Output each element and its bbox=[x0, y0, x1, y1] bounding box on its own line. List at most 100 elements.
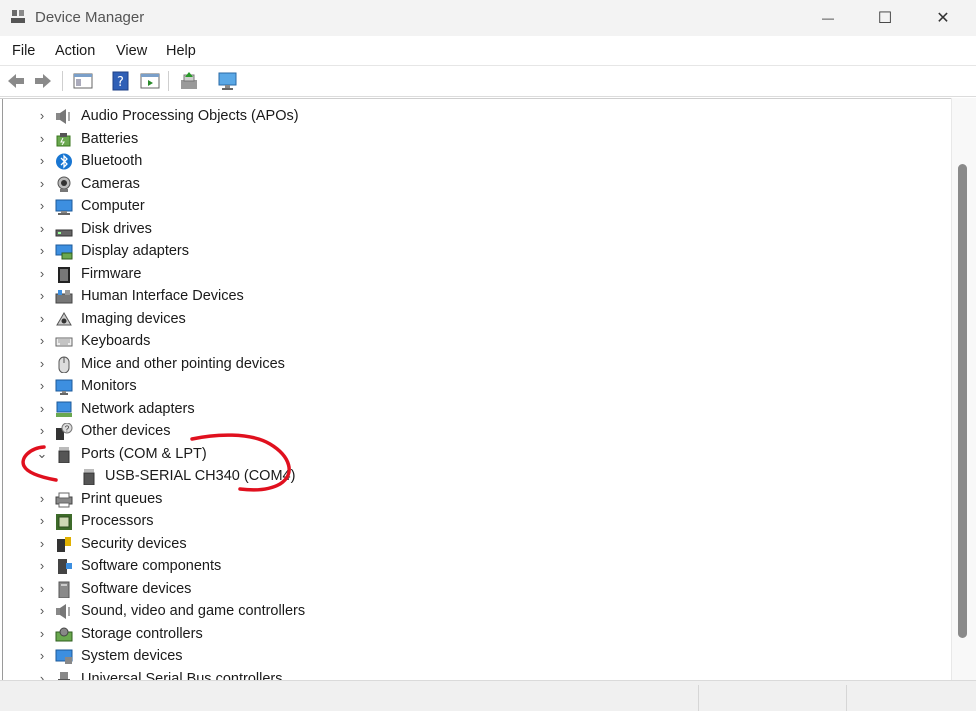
tree-item-category[interactable]: › Computer bbox=[3, 195, 903, 217]
maximize-icon: ☐ bbox=[877, 10, 893, 27]
tree-item-category[interactable]: › Network adapters bbox=[3, 398, 903, 420]
tree-item-category[interactable]: › Display adapters bbox=[3, 240, 903, 262]
tree-item-label: Other devices bbox=[81, 423, 171, 439]
chevron-right-icon[interactable]: › bbox=[36, 623, 48, 645]
close-icon: ✕ bbox=[936, 10, 950, 27]
tree-item-category[interactable]: › Software components bbox=[3, 555, 903, 577]
chevron-right-icon[interactable]: › bbox=[36, 105, 48, 127]
speaker-icon bbox=[56, 109, 70, 124]
title-bar: Device Manager — ☐ ✕ bbox=[0, 0, 976, 36]
tree-item-category[interactable]: › Cameras bbox=[3, 173, 903, 195]
minimize-button[interactable]: — bbox=[800, 0, 856, 36]
status-divider bbox=[846, 685, 847, 711]
chevron-right-icon[interactable]: › bbox=[36, 398, 48, 420]
security-device-icon bbox=[57, 536, 71, 552]
tree-item-label: Cameras bbox=[81, 175, 140, 192]
help-icon[interactable]: ? bbox=[110, 71, 132, 91]
imaging-icon bbox=[56, 311, 72, 325]
chevron-right-icon[interactable]: › bbox=[36, 308, 48, 330]
tree-item-category[interactable]: › Software devices bbox=[3, 578, 903, 600]
tree-item-category[interactable]: › Audio Processing Objects (APOs) bbox=[3, 105, 903, 127]
tree-item-category[interactable]: › Disk drives bbox=[3, 218, 903, 240]
forward-icon[interactable] bbox=[32, 71, 54, 91]
tree-item-category[interactable]: › Universal Serial Bus controllers bbox=[3, 668, 903, 682]
chevron-right-icon[interactable]: › bbox=[36, 128, 48, 150]
menu-action[interactable]: Action bbox=[55, 43, 95, 59]
chevron-right-icon[interactable]: › bbox=[36, 555, 48, 577]
chevron-right-icon[interactable]: › bbox=[36, 533, 48, 555]
properties-icon[interactable] bbox=[139, 71, 161, 91]
tree-item-category[interactable]: › Bluetooth bbox=[3, 150, 903, 172]
tree-item-label: System devices bbox=[81, 648, 183, 664]
chevron-right-icon[interactable]: › bbox=[36, 195, 48, 217]
network-adapter-icon bbox=[56, 401, 72, 417]
chevron-right-icon[interactable]: › bbox=[36, 488, 48, 510]
tree-item-category[interactable]: › System devices bbox=[3, 645, 903, 667]
scrollbar-thumb[interactable] bbox=[958, 164, 967, 638]
status-bar bbox=[0, 680, 976, 711]
show-hide-console-tree-icon[interactable] bbox=[72, 71, 94, 91]
back-icon[interactable] bbox=[5, 71, 27, 91]
speaker-icon bbox=[56, 604, 70, 619]
mouse-icon bbox=[58, 356, 70, 373]
tree-item-label: Security devices bbox=[81, 535, 187, 552]
chevron-right-icon[interactable]: › bbox=[36, 285, 48, 307]
close-button[interactable]: ✕ bbox=[915, 0, 971, 36]
tree-item-label: Disk drives bbox=[81, 220, 152, 237]
minimize-icon: — bbox=[822, 11, 834, 25]
chevron-right-icon[interactable]: › bbox=[36, 353, 48, 375]
window-title: Device Manager bbox=[35, 9, 145, 26]
chevron-right-icon[interactable]: › bbox=[36, 218, 48, 240]
chevron-right-icon[interactable]: › bbox=[36, 173, 48, 195]
chevron-right-icon[interactable]: › bbox=[36, 578, 48, 600]
tree-item-category[interactable]: › Firmware bbox=[3, 263, 903, 285]
chevron-right-icon[interactable]: › bbox=[36, 240, 48, 262]
menu-file[interactable]: File bbox=[12, 43, 35, 59]
port-icon bbox=[83, 469, 95, 485]
battery-icon bbox=[56, 132, 71, 146]
maximize-button[interactable]: ☐ bbox=[857, 0, 913, 36]
tree-item-label: Human Interface Devices bbox=[81, 288, 244, 304]
tree-item-device[interactable]: USB-SERIAL CH340 (COM4) bbox=[3, 465, 903, 487]
tree-item-label: Keyboards bbox=[81, 333, 151, 349]
chevron-right-icon[interactable]: › bbox=[36, 668, 48, 682]
chevron-right-icon[interactable]: › bbox=[36, 263, 48, 285]
toolbar-separator bbox=[62, 71, 63, 91]
menu-view[interactable]: View bbox=[116, 43, 147, 59]
chevron-right-icon[interactable]: › bbox=[36, 510, 48, 532]
tree-item-category[interactable]: › Keyboards bbox=[3, 330, 903, 352]
device-tree[interactable]: › Audio Processing Objects (APOs) › Batteri… bbox=[0, 98, 976, 681]
tree-item-category[interactable]: › Mice and other pointing devices bbox=[3, 353, 903, 375]
tree-item-category[interactable]: ⌄ Ports (COM & LPT) bbox=[3, 443, 903, 465]
tree-item-category[interactable]: › Sound, video and game controllers bbox=[3, 600, 903, 622]
scan-hardware-icon[interactable] bbox=[217, 71, 239, 91]
tree-item-category[interactable]: › Storage controllers bbox=[3, 623, 903, 645]
tree-item-category[interactable]: › Imaging devices bbox=[3, 308, 903, 330]
chevron-right-icon[interactable]: › bbox=[36, 600, 48, 622]
menu-help[interactable]: Help bbox=[166, 43, 196, 59]
chevron-down-icon[interactable]: ⌄ bbox=[36, 443, 48, 465]
tree-item-category[interactable]: › Human Interface Devices bbox=[3, 285, 903, 307]
toolbar: ? bbox=[0, 66, 976, 97]
update-driver-icon[interactable] bbox=[178, 71, 200, 91]
firmware-icon bbox=[58, 266, 70, 283]
chevron-right-icon[interactable]: › bbox=[36, 420, 48, 442]
vertical-scrollbar[interactable] bbox=[951, 98, 976, 680]
chevron-right-icon[interactable]: › bbox=[36, 645, 48, 667]
chevron-right-icon[interactable]: › bbox=[36, 330, 48, 352]
tree-item-category[interactable]: › Security devices bbox=[3, 533, 903, 555]
tree-item-label: Audio Processing Objects (APOs) bbox=[81, 108, 299, 124]
tree-item-label: Sound, video and game controllers bbox=[81, 603, 306, 619]
tree-item-category[interactable]: › Processors bbox=[3, 510, 903, 532]
port-icon bbox=[58, 446, 70, 463]
chevron-right-icon[interactable]: › bbox=[36, 375, 48, 397]
tree-item-label: Storage controllers bbox=[81, 625, 203, 642]
tree-item-label: Display adapters bbox=[81, 243, 189, 259]
device-tree-list: › Audio Processing Objects (APOs) › Batteri… bbox=[2, 99, 951, 681]
tree-item-category[interactable]: › Monitors bbox=[3, 375, 903, 397]
tree-item-category[interactable]: › Batteries bbox=[3, 128, 903, 150]
tree-item-category[interactable]: › Print queues bbox=[3, 488, 903, 510]
chevron-right-icon[interactable]: › bbox=[36, 150, 48, 172]
tree-item-category[interactable]: ›? Other devices bbox=[3, 420, 903, 442]
processor-icon bbox=[56, 514, 72, 530]
